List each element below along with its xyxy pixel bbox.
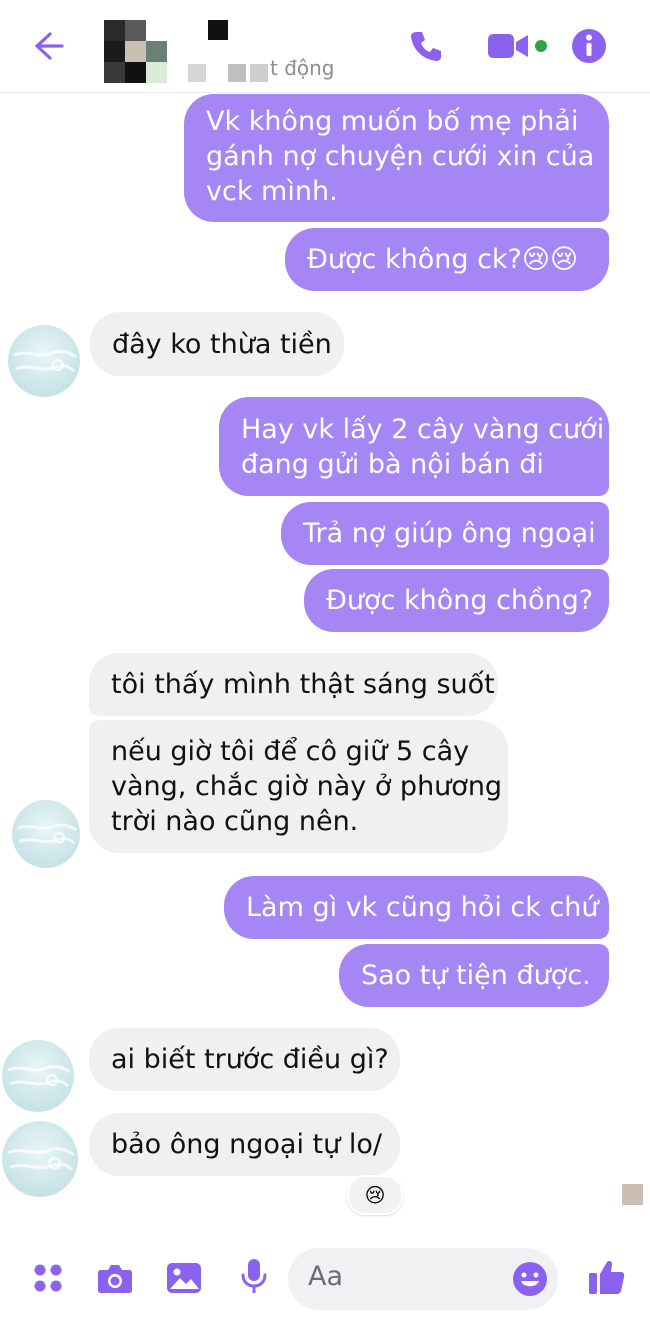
message-reaction[interactable]: 😢 [347,1175,403,1215]
sent-message[interactable]: Trả nợ giúp ông ngoại [281,502,609,565]
sent-message[interactable]: Vk không muốn bố mẹ phải gánh nợ chuyện … [184,94,609,222]
camera-icon[interactable] [97,1262,133,1298]
message-line: vck mình. [206,176,338,207]
back-arrow-icon[interactable] [30,28,66,64]
crying-emoji-icon: 😢 [364,1183,386,1207]
message-line: gánh nợ chuyện cưới xin của [206,141,595,172]
received-message[interactable]: ai biết trước điều gì? [89,1028,400,1091]
thumbs-up-icon[interactable] [588,1258,626,1300]
info-icon[interactable] [570,27,608,69]
message-line: ai biết trước điều gì? [111,1044,389,1075]
message-line: tôi thấy mình thật sáng suốt [111,669,495,700]
image-artifact [622,1184,643,1205]
message-line: bảo ông ngoại tự lo/ [111,1129,382,1160]
message-input[interactable]: Aa [288,1248,558,1310]
contact-chat-avatar[interactable] [2,1040,74,1112]
message-line: Hay vk lấy 2 cây vàng cưới [241,414,605,445]
phone-icon[interactable] [408,28,444,68]
contact-name[interactable] [188,20,268,82]
received-message[interactable]: nếu giờ tôi để cô giữ 5 cây vàng, chắc g… [89,720,508,853]
sent-message[interactable]: Sao tự tiện được. [339,944,609,1007]
active-status: t động [270,56,335,80]
message-line: Được không chồng? [326,585,594,616]
sent-message[interactable]: Được không ck?😢😢 [285,228,609,291]
microphone-icon[interactable] [240,1258,268,1300]
sent-message[interactable]: Làm gì vk cũng hỏi ck chứ [224,876,609,939]
received-message[interactable]: tôi thấy mình thật sáng suốt [89,653,498,716]
sent-message[interactable]: Hay vk lấy 2 cây vàng cưới đang gửi bà n… [219,397,609,496]
contact-avatar[interactable] [104,20,168,83]
message-line: nếu giờ tôi để cô giữ 5 cây [111,736,470,767]
emoji-icon[interactable] [512,1261,548,1301]
received-message[interactable]: bảo ông ngoại tự lo/ [89,1113,400,1176]
gallery-icon[interactable] [166,1261,202,1299]
video-camera-icon[interactable] [486,30,550,66]
contact-chat-avatar[interactable] [12,800,80,868]
message-line: Sao tự tiện được. [361,960,591,991]
message-line: đang gửi bà nội bán đi [241,449,544,480]
message-line: vàng, chắc giờ này ở phương [111,771,503,802]
received-message[interactable]: đây ko thừa tiền [90,312,344,376]
contact-chat-avatar[interactable] [2,1121,78,1197]
sent-message[interactable]: Được không chồng? [304,569,609,632]
message-input-placeholder: Aa [308,1261,344,1292]
message-line: đây ko thừa tiền [112,329,332,360]
message-line: trời nào cũng nên. [111,806,359,837]
message-line: Vk không muốn bố mẹ phải [206,106,579,137]
contact-chat-avatar[interactable] [8,325,80,397]
message-line: Trả nợ giúp ông ngoại [303,518,596,549]
conversation-header: t động [0,0,650,93]
apps-icon[interactable] [32,1262,64,1298]
message-line: Được không ck?😢😢 [307,244,579,275]
message-line: Làm gì vk cũng hỏi ck chứ [246,892,599,923]
